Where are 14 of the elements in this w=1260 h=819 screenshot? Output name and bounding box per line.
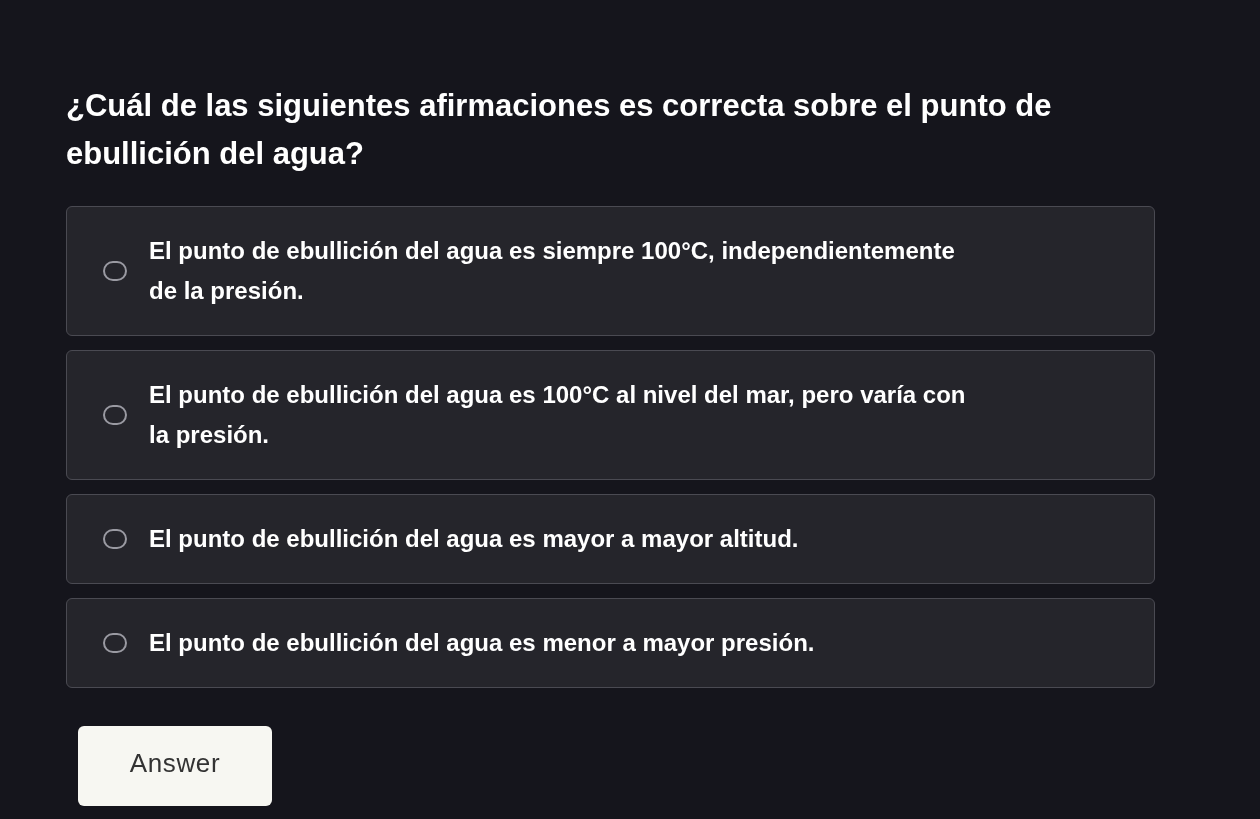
option-text: El punto de ebullición del agua es mayor a mayor altitud. [149,524,799,554]
radio-button[interactable] [103,529,127,549]
option-text: El punto de ebullición del agua es menor a mayor presión. [149,628,815,658]
answer-option[interactable]: El punto de ebullición del agua es menor a mayor presión. [66,598,1155,688]
radio-button[interactable] [103,261,127,281]
radio-button[interactable] [103,405,127,425]
option-text: El punto de ebullición del agua es siempre 100°C, independientemente de la presión. [149,236,956,306]
answer-option[interactable]: El punto de ebullición del agua es 100°C al nivel del mar, pero varía con la presión. [66,350,1155,480]
radio-button[interactable] [103,633,127,653]
answer-option[interactable]: El punto de ebullición del agua es siempre 100°C, independientemente de la presión. [66,206,1155,336]
question-text: ¿Cuál de las siguientes afirmaciones es correcta sobre el punto de ebullición del agua? [66,87,1053,173]
answer-button[interactable]: Answer [78,726,272,806]
answer-option[interactable]: El punto de ebullición del agua es mayor a mayor altitud. [66,494,1155,584]
option-text: El punto de ebullición del agua es 100°C al nivel del mar, pero varía con la presión. [149,380,967,450]
